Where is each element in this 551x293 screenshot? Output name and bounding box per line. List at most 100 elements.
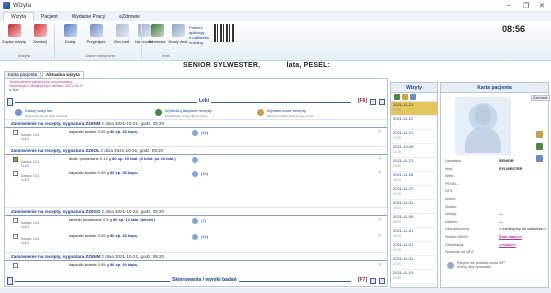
visit-date: 2021-11-05: [393, 172, 414, 177]
tab-current-visit[interactable]: Aktualna wizyta: [42, 71, 84, 78]
patient-card-title[interactable]: Karta pacjenta: [441, 83, 548, 93]
new-prescription-icon[interactable]: [257, 109, 264, 116]
field-label: Adres:: [445, 197, 456, 201]
visit-row[interactable]: 2021-11-05 09:00: [391, 172, 437, 186]
delete-icon[interactable]: ×: [378, 129, 381, 135]
status-bar: [0, 288, 551, 293]
tab-patient-card[interactable]: Karta pacjenta: [4, 71, 42, 78]
print-prescriptions-icon[interactable]: [155, 109, 162, 116]
visit-row[interactable]: 2021-11-21 12:30: [391, 102, 437, 116]
visit-date: 2021-11-01: [393, 256, 414, 261]
visits-title[interactable]: Wizyty: [391, 83, 437, 93]
add-button[interactable]: Dodaj: [58, 24, 82, 44]
close-visit-label: Zamknij: [32, 39, 47, 44]
field-value: —: [499, 212, 503, 217]
field-label: Sprawdź na NFZ:: [445, 250, 475, 255]
delete-icon[interactable]: ×: [378, 262, 381, 268]
delete-icon[interactable]: ×: [378, 233, 381, 239]
prescription-order: Zamówienie na recepty, sygnatura ZZ6OL z…: [5, 146, 387, 185]
admit-button[interactable]: Przyjmijcie: [84, 24, 108, 44]
warning-line: w Na-I: [9, 88, 20, 92]
item-checkbox[interactable]: [13, 171, 18, 176]
visit-row[interactable]: 2021-11-01 10:40: [391, 200, 437, 214]
drug-dosage: Dawka: 10.0, 1x1/2: [21, 174, 40, 182]
add-drug-button[interactable]: Dodaj nowy lek Wprowadź lek do karty lec…: [25, 108, 67, 118]
drug-form: tabletki powlekane 0,5 g: [69, 217, 112, 222]
avatar-body: [465, 127, 501, 153]
edit-visit-icon[interactable]: [402, 94, 408, 100]
history-icon[interactable]: [536, 143, 543, 150]
visit-time: 12:30: [393, 275, 401, 280]
field-label: PESEL:: [445, 181, 459, 186]
visit-row[interactable]: 2021-11-05 08:00: [391, 214, 437, 228]
menu-ezdrowie[interactable]: eZdrowie: [112, 13, 147, 21]
add-visit-icon[interactable]: [394, 94, 400, 100]
visit-row[interactable]: 2021-11-21 12:30: [391, 130, 437, 144]
visit-row[interactable]: 2021-11-01 12:30: [391, 242, 437, 256]
delete-icon[interactable]: ×: [378, 217, 381, 223]
drug-amount: 80 sp. 30 kaps.: [109, 170, 139, 175]
prescription-order: Zamówienie na recepty, sygnatura ZZ6GO z…: [5, 207, 387, 249]
item-checkbox[interactable]: [13, 218, 18, 223]
refill-icon: [192, 157, 198, 163]
app-promo-text[interactable]: Pobierz aplikację e-hatiliceks mobilną: [189, 25, 209, 45]
restore-button[interactable]: ❐: [523, 2, 529, 10]
add-drug-icon[interactable]: [15, 109, 22, 116]
menu-wydanie-pracy[interactable]: Wydanie Pracy: [65, 13, 113, 21]
item-checkbox[interactable]: [13, 157, 18, 162]
close-visit-button[interactable]: Zamknij: [28, 24, 52, 44]
visit-filter-icon[interactable]: [410, 94, 416, 100]
menu-pacjent[interactable]: Pacjent: [34, 13, 65, 21]
save-visit-button[interactable]: Zapisz wizytę: [2, 24, 26, 44]
print-icon[interactable]: [379, 99, 385, 105]
drug-amount: 80 sp. 30 kaps.: [109, 262, 139, 267]
visit-row[interactable]: 2021-11-07 12:30: [391, 186, 437, 200]
prescription-header[interactable]: Zamówienie na recepty, sygnatura ZZ6OL z…: [11, 148, 163, 153]
item-checkbox[interactable]: [13, 130, 18, 135]
patient-card-panel: Karta pacjenta Zamówie Nazwisko: SENIOR Im…: [440, 82, 550, 288]
visit-row[interactable]: 2021-11-01 09:40: [391, 228, 437, 242]
ikp-info[interactable]: Pacjent nie posiada konta IKP Kliknij, a…: [447, 261, 505, 269]
medications-title: Leki: [197, 98, 212, 104]
delete-icon[interactable]: ×: [378, 170, 381, 176]
new-prescription-button[interactable]: Wystaw nowe recepty Możesz wybrać wiele …: [267, 108, 314, 118]
visit-row[interactable]: 2021-11-22—: [391, 116, 437, 130]
item-checkbox[interactable]: [13, 234, 18, 239]
delete-icon[interactable]: ×: [378, 156, 381, 162]
notes-icon[interactable]: [536, 155, 543, 162]
print-prescriptions-button[interactable]: Wydrukuj aktywne recepty Drukowanie rece…: [165, 108, 212, 118]
close-button[interactable]: ✕: [539, 2, 545, 10]
qr-code-icon[interactable]: [214, 24, 234, 42]
visit-row[interactable]: 2021-10-09 11:15: [391, 144, 437, 158]
print-icon[interactable]: [379, 278, 385, 284]
grid-icon[interactable]: [370, 278, 376, 284]
package-count: (14): [201, 171, 209, 176]
dosage-line: 1x1/2: [21, 177, 30, 182]
field-value[interactable]: <<brak>>: [499, 243, 516, 247]
item-checkbox[interactable]: [13, 263, 18, 268]
divider: [5, 215, 387, 216]
grid-icon[interactable]: [370, 99, 376, 105]
new-print-button[interactable]: Nowy druk: [166, 24, 190, 44]
document-icon[interactable]: [536, 131, 543, 138]
field-value: <<niezbędny do ustalenia>>: [499, 227, 547, 232]
prescription-header[interactable]: Zamówienie na recepty, sygnatura ZZ6NM z…: [11, 121, 164, 126]
prescription-header[interactable]: Zamówienie na recepty, sygnatura ZZ6NM z…: [11, 254, 164, 259]
field-label: Wiek:: [445, 174, 455, 179]
save-icon: [7, 24, 21, 37]
avatar-face: [475, 105, 491, 125]
visit-row[interactable]: 2021-11-01 12:30: [391, 270, 437, 284]
print-prescriptions-label: Wydrukuj aktywne recepty: [165, 108, 212, 113]
field-value[interactable]: Brak danych: [499, 235, 522, 239]
visit-row[interactable]: 2021-11-21 12:30: [391, 158, 437, 172]
visit-row[interactable]: 2021-11-01 12:30: [391, 256, 437, 270]
prescription-header[interactable]: Zamówienie na recepty, sygnatura ZZ6GO z…: [11, 209, 164, 214]
patient-name: SENIOR SYLWESTER, lata, PESEL:: [183, 62, 330, 69]
order-tests-button[interactable]: Zlec bad.: [110, 24, 134, 44]
orders-tab[interactable]: Zamówie: [531, 95, 550, 101]
menu-wizyta[interactable]: Wizyta: [3, 12, 34, 21]
drug-dosage: Dawka: 10.0, 1x1/2: [21, 221, 40, 229]
minimize-button[interactable]: –: [507, 2, 511, 9]
medications-section-header: Leki [F6]: [5, 96, 387, 108]
divider: [5, 260, 387, 261]
